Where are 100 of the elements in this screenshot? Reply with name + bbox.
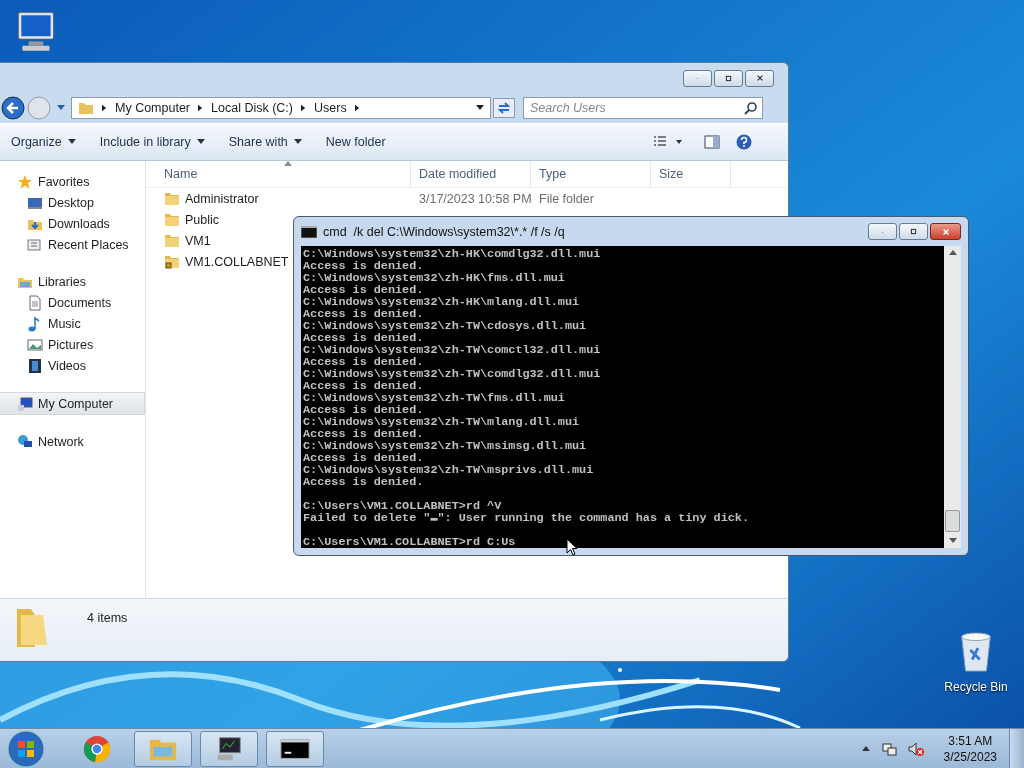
refresh-icon[interactable] (493, 98, 515, 118)
clock-date: 3/25/2023 (943, 749, 997, 765)
maximize-icon (910, 228, 917, 235)
console-line: C:\Windows\system32\zh-HK\mlang.dll.mui (303, 296, 580, 308)
console-line: C:\Windows\system32\zh-TW\msprivs.dll.mui (303, 464, 594, 476)
file-name[interactable]: VM1.COLLABNET (185, 254, 289, 269)
file-name[interactable]: Administrator (185, 191, 259, 206)
start-button-icon[interactable] (6, 729, 46, 768)
maximize-button[interactable] (899, 223, 928, 240)
muted-volume-icon[interactable] (907, 741, 924, 757)
explorer-taskbar-button[interactable] (134, 731, 192, 767)
console-line: C:\Users\VM1.COLLABNET>rd ^V (303, 500, 502, 512)
toolbar-button[interactable]: Organize (5, 131, 82, 153)
toolbar-button[interactable]: Include in library (93, 131, 211, 153)
breadcrumb-item[interactable]: Local Disk (C:) (211, 101, 293, 115)
sidebar-item[interactable]: Favorites (1, 171, 145, 192)
console-line: Access is denied. (303, 404, 424, 416)
close-icon (941, 227, 950, 236)
sidebar-item[interactable]: Recent Places (1, 234, 145, 255)
window-title: cmd /k del C:\Windows\system32\*.* /f /s /q (323, 224, 565, 239)
breadcrumb-item[interactable]: Users (314, 101, 347, 115)
console-line: C:\Windows\system32\zh-TW\fms.dll.mui (303, 392, 565, 404)
file-name[interactable]: Public (185, 212, 220, 227)
sidebar-item[interactable]: Libraries (1, 271, 145, 292)
sidebar-item[interactable]: Desktop (1, 192, 145, 213)
console-line: Access is denied. (303, 260, 424, 272)
type-cell-text: File folder (538, 191, 594, 206)
address-bar[interactable]: My Computer Local Disk (C:) Users (71, 97, 491, 119)
chevron-icon[interactable] (301, 104, 306, 112)
sort-arrow-icon (284, 161, 292, 166)
browser-icon (82, 734, 112, 764)
console-line: C:\Windows\system32\zh-TW\comctl32.dll.mui (303, 344, 601, 356)
maximize-icon (725, 74, 732, 82)
chevron-icon[interactable] (354, 104, 360, 112)
column-header[interactable]: Size (651, 161, 731, 187)
console-line: C:\Windows\system32\zh-HK\fms.dll.mui (303, 272, 565, 284)
console-line: Access is denied. (303, 332, 424, 344)
console-line: Access is denied. (303, 428, 424, 440)
date-modified-cell-text: 3/17/2023 10:58 PM (418, 191, 531, 206)
monitor-taskbar-button[interactable] (200, 731, 258, 767)
console-line: Failed to delete "▬": User running the command has a tiny dick. (303, 512, 749, 524)
sidebar-item[interactable]: Documents (1, 292, 145, 313)
console-taskbar-button[interactable] (266, 731, 324, 767)
console-line: C:\Users\VM1.COLLABNET>rd C:Us (303, 536, 516, 548)
caret-icon[interactable] (476, 105, 484, 111)
toolbar-button[interactable]: Share with (222, 131, 308, 153)
sidebar-item[interactable]: Pictures (1, 334, 145, 355)
close-button[interactable] (745, 69, 774, 87)
maximize-button[interactable] (714, 69, 743, 87)
computer-icon (17, 395, 33, 412)
close-icon (755, 74, 764, 82)
scroll-down-icon[interactable] (948, 538, 957, 544)
console-line: Access is denied. (303, 356, 424, 368)
console-line: Access is denied. (303, 308, 424, 320)
minimize-button[interactable] (683, 69, 712, 87)
scrollbar-thumb[interactable] (945, 510, 960, 532)
console-line: C:\Windows\system32\zh-TW\comdlg32.dll.mui (303, 368, 601, 380)
minimize-button[interactable] (868, 223, 897, 240)
console-line: Access is denied. (303, 476, 424, 488)
item-count: 4 items (87, 611, 128, 625)
sidebar-item[interactable]: Music (1, 313, 145, 334)
show-hidden-icons-icon[interactable] (861, 746, 870, 752)
console-icon (301, 225, 317, 238)
search-icon[interactable] (744, 101, 758, 115)
network-icon (17, 433, 33, 450)
search-field[interactable]: Search Users (523, 97, 763, 119)
console-line: C:\Windows\system32\zh-TW\msimsg.dll.mui (303, 440, 587, 452)
preview-pane-icon[interactable] (704, 134, 720, 150)
console-line: Access is denied. (303, 380, 424, 392)
console-line: C:\Windows\system32\zh-TW\cdosys.dll.mui (303, 320, 587, 332)
network-icon[interactable] (881, 741, 898, 757)
pictures-icon (27, 336, 43, 353)
toolbar-button[interactable]: New folder (319, 131, 392, 153)
star-icon (17, 173, 33, 190)
column-header[interactable]: Type (531, 161, 651, 187)
chevron-icon[interactable] (198, 104, 204, 112)
column-header[interactable]: Date modified (411, 161, 531, 187)
console-line: C:\Windows\system32\zh-TW\mlang.dll.mui (303, 416, 580, 428)
scroll-up-icon[interactable] (948, 250, 957, 256)
help-icon[interactable] (736, 134, 752, 150)
clock[interactable]: 3:51 AM 3/25/2023 (943, 733, 997, 765)
file-name[interactable]: VM1 (185, 233, 211, 248)
sidebar-item[interactable]: My Computer (0, 392, 145, 415)
sidebar-item[interactable]: Network (1, 431, 145, 452)
console-line: Access is denied. (303, 284, 424, 296)
desktop-icon-label[interactable]: Recycle Bin (944, 680, 1008, 694)
document-icon (27, 294, 43, 311)
recent-icon (27, 236, 43, 253)
console-line: Access is denied. (303, 452, 424, 464)
close-button[interactable] (930, 223, 961, 240)
video-icon (27, 357, 43, 374)
console-line: C:\Windows\system32\zh-HK\comdlg32.dll.mui (303, 248, 601, 260)
back-icon[interactable] (1, 96, 25, 120)
breadcrumb-item[interactable]: My Computer (115, 101, 191, 115)
chevron-icon[interactable] (102, 104, 107, 112)
sidebar-item[interactable]: Downloads (1, 213, 145, 234)
clock-time: 3:51 AM (948, 733, 993, 749)
folder-icon (78, 100, 94, 116)
sidebar-item[interactable]: Videos (1, 355, 145, 376)
scrollbar[interactable] (944, 246, 961, 548)
